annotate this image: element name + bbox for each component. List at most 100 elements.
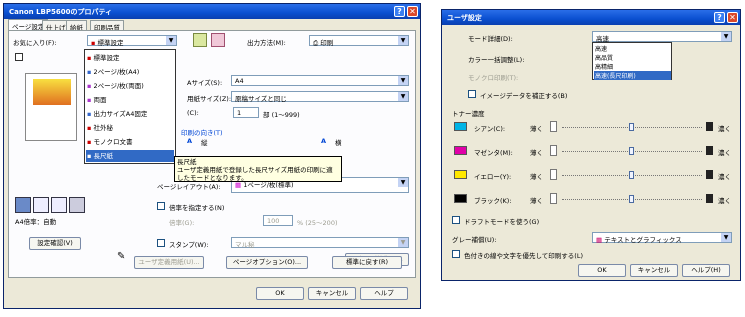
stamp-checkbox[interactable] <box>157 239 165 247</box>
mode-option[interactable]: 高速 <box>595 44 671 53</box>
help-button[interactable]: ヘルプ(H) <box>682 264 730 277</box>
favorite-option[interactable]: ▪ 2ページ/枚(A4) <box>87 66 173 77</box>
edit-favorite-icon[interactable] <box>211 33 225 47</box>
color-name: マゼンタ(M): <box>474 149 513 157</box>
favorite-option[interactable]: ▪ 出力サイズA4固定 <box>87 108 173 119</box>
favorite-option-label: 長尺紙 <box>93 152 113 160</box>
page-options-button[interactable]: ページオプション(O)... <box>226 256 308 269</box>
tooltip: 長尺紙 ユーザ定義用紙で登録した長尺サイズ用紙の印刷に適したモードとなります。 <box>174 156 342 182</box>
slider-knob[interactable] <box>629 171 634 179</box>
scale-check-label[interactable]: 倍率を指定する(N) <box>169 202 224 212</box>
output-method-select[interactable]: ⎙ 印刷 ▼ <box>309 35 409 47</box>
chevron-down-icon: ▼ <box>398 178 408 187</box>
gray-select[interactable]: ▦ テキストとグラフィックス ▼ <box>592 232 732 244</box>
mode-option[interactable]: 高精細 <box>595 62 671 71</box>
yellow-swatch <box>454 170 467 179</box>
output-method-label: 出力方法(M): <box>247 39 286 47</box>
user-paper-button[interactable]: ユーザ定義用紙(U)... <box>134 256 204 269</box>
output-size-select[interactable]: 原稿サイズと同じ ▼ <box>231 91 409 103</box>
toner-row: マゼンタ(M): 薄く 濃く <box>452 144 732 160</box>
image-correct-checkbox[interactable] <box>468 90 476 98</box>
stamp-check-label[interactable]: スタンプ(W): <box>169 239 209 249</box>
draft-label[interactable]: ドラフトモードを使う(G) <box>464 216 539 226</box>
cancel-button[interactable]: キャンセル <box>630 264 678 277</box>
stamp-value: マル秘 <box>235 241 255 249</box>
landscape-option[interactable]: A 横 <box>321 137 371 149</box>
favorite-select[interactable]: ▪ 標準設定 ▼ <box>87 35 177 47</box>
color-name: イエロー(Y): <box>474 173 512 181</box>
gray-icon: ▦ <box>596 236 605 244</box>
settings-confirm-button[interactable]: 設定確認(V) <box>29 237 81 250</box>
light-icon <box>550 145 557 156</box>
scale-input[interactable]: 100 <box>263 215 293 226</box>
paper-size-label: Aサイズ(S): <box>187 79 223 87</box>
layout-icon: ▦ <box>235 181 242 189</box>
scale-value: 100 <box>267 217 280 225</box>
favorite-option-label: 両面 <box>93 96 107 104</box>
image-correct-label[interactable]: イメージデータを補正する(B) <box>480 90 567 100</box>
mode-option[interactable]: 高品質 <box>595 53 671 62</box>
chevron-down-icon: ▼ <box>166 36 176 45</box>
copies-label: (C): <box>187 109 199 117</box>
ok-button[interactable]: OK <box>256 287 304 300</box>
gray-value: テキストとグラフィックス <box>604 236 682 244</box>
dark-icon <box>706 122 713 131</box>
view-mode-icon-3[interactable] <box>51 197 67 213</box>
copies-range: 部 (1～999) <box>263 111 300 119</box>
favorite-option[interactable]: ▪ 標準設定 <box>87 52 173 63</box>
light-label: 薄く <box>530 197 543 205</box>
gray-label: グレー補償(U): <box>452 236 497 244</box>
priority-label[interactable]: 色付きの線や文字を優先して印刷する(L) <box>464 250 583 260</box>
close-icon[interactable]: ✕ <box>407 6 418 17</box>
chevron-down-icon: ▼ <box>721 32 731 41</box>
layout-value: 1ページ/枚(標準) <box>243 181 294 189</box>
page-preview: A4倍率：自動 <box>13 51 85 226</box>
slider-knob[interactable] <box>629 147 634 155</box>
paper-size-select[interactable]: A4 ▼ <box>231 75 409 86</box>
view-mode-icon-1[interactable] <box>15 197 31 213</box>
scale-range: % (25～200) <box>297 219 338 227</box>
help-button[interactable]: ヘルプ <box>360 287 408 300</box>
ok-button[interactable]: OK <box>578 264 626 277</box>
favorite-option[interactable]: ▪ 社外秘 <box>87 122 173 133</box>
view-mode-icon-2[interactable] <box>33 197 49 213</box>
priority-checkbox[interactable] <box>452 250 460 258</box>
help-question-icon[interactable]: ? <box>394 6 405 17</box>
help-question-icon[interactable]: ? <box>714 12 725 23</box>
portrait-icon: A <box>187 137 193 145</box>
favorite-option[interactable]: ▪ 2ページ/枚(両面) <box>87 80 173 91</box>
title-bar: Canon LBP5600のプロパティ ? ✕ <box>4 4 420 19</box>
restore-defaults-button[interactable]: 標準に戻す(R) <box>332 256 402 269</box>
portrait-option[interactable]: A 縦 <box>187 137 247 149</box>
add-favorite-icon[interactable] <box>193 33 207 47</box>
cancel-button[interactable]: キャンセル <box>308 287 356 300</box>
favorite-option[interactable]: ▪ 両面 <box>87 94 173 105</box>
favorite-option-label: 2ページ/枚(A4) <box>93 68 140 76</box>
scale-label: 倍率(G): <box>169 219 195 227</box>
mode-option-selected[interactable]: 高速(長尺印刷) <box>594 71 671 80</box>
toner-row: シアン(C): 薄く 濃く <box>452 120 732 136</box>
draft-checkbox[interactable] <box>452 216 460 224</box>
paper-size-value: A4 <box>235 77 244 85</box>
scale-checkbox[interactable] <box>157 202 165 210</box>
stamp-select[interactable]: マル秘 ▼ <box>231 237 409 249</box>
toner-row: ブラック(K): 薄く 濃く <box>452 192 732 208</box>
favorite-option-label: モノクロ文書 <box>93 138 133 146</box>
page-setup-panel: お気に入り(F): ▪ 標準設定 ▼ 出力方法(M): ⎙ 印刷 ▼ A4倍率：… <box>8 30 416 278</box>
toner-label: トナー濃度 <box>452 110 485 118</box>
mode-select[interactable]: 高速 ▼ <box>592 31 732 43</box>
copies-input[interactable]: 1 <box>233 107 259 118</box>
mono-label: モノクロ印刷(T): <box>468 74 519 82</box>
slider-knob[interactable] <box>629 195 634 203</box>
light-label: 薄く <box>530 125 543 133</box>
favorite-option-selected[interactable]: ▪ 長尺紙 <box>86 150 174 162</box>
close-icon[interactable]: ✕ <box>727 12 738 23</box>
favorite-label: お気に入り(F): <box>13 39 57 47</box>
favorite-option[interactable]: ▪ モノクロ文書 <box>87 136 173 147</box>
dark-icon <box>706 170 713 179</box>
view-mode-icon-4[interactable] <box>69 197 85 213</box>
slider-knob[interactable] <box>629 123 634 131</box>
chevron-down-icon: ▼ <box>398 238 408 247</box>
dark-icon <box>706 146 713 155</box>
mode-label: モード詳細(D): <box>468 35 513 43</box>
